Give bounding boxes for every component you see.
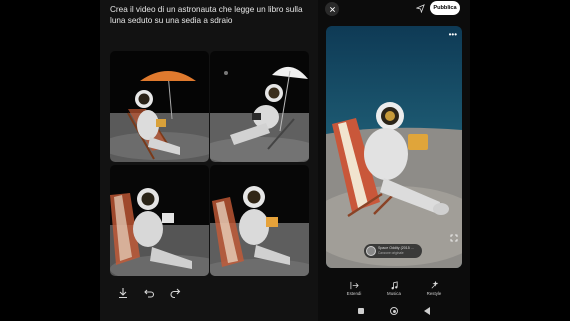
music-cover-avatar	[366, 246, 376, 256]
prompt-bubble: Crea il video di un astronauta che legge…	[110, 4, 308, 38]
tool-extend-label: Estendi	[346, 291, 362, 296]
close-icon	[329, 6, 335, 12]
more-options-icon[interactable]: •••	[449, 30, 457, 39]
music-note-icon	[391, 281, 398, 290]
tool-music[interactable]: Musica	[379, 281, 409, 296]
close-button[interactable]	[325, 2, 339, 16]
edit-tools: Estendi Musica Restyle	[318, 281, 470, 296]
home-button[interactable]	[390, 307, 398, 315]
generated-image-3[interactable]	[110, 165, 209, 276]
result-actions	[116, 286, 182, 300]
recents-button[interactable]	[358, 308, 364, 314]
share-arrow-icon[interactable]	[168, 286, 182, 300]
generated-image-1[interactable]	[110, 51, 209, 162]
send-icon	[416, 4, 425, 13]
tool-restyle[interactable]: Restyle	[419, 281, 449, 296]
tool-extend[interactable]: Estendi	[339, 281, 369, 296]
generation-panel: Crea il video di un astronauta che legge…	[100, 0, 318, 321]
video-preview-panel: Pubblica ••• Space Oddity (2015 ... Canz…	[318, 0, 470, 321]
generated-image-4[interactable]	[210, 165, 309, 276]
system-nav-bar	[318, 307, 470, 315]
prompt-text: Crea il video di un astronauta che legge…	[110, 5, 303, 25]
music-subtitle: Canzone originale	[378, 251, 404, 255]
tool-music-label: Musica	[387, 291, 401, 296]
extend-icon	[349, 281, 359, 290]
back-button[interactable]	[424, 307, 430, 315]
download-icon[interactable]	[116, 286, 130, 300]
publish-button[interactable]: Pubblica	[430, 1, 460, 15]
restyle-icon	[431, 281, 438, 289]
music-info: Space Oddity (2015 ... Canzone originale	[378, 246, 414, 255]
music-chip[interactable]: Space Oddity (2015 ... Canzone originale	[364, 244, 422, 258]
video-preview[interactable]: ••• Space Oddity (2015 ... Canzone origi…	[326, 26, 462, 268]
tool-restyle-label: Restyle	[426, 291, 442, 296]
undo-icon[interactable]	[142, 286, 156, 300]
expand-icon[interactable]	[450, 234, 458, 242]
send-button[interactable]	[414, 2, 427, 15]
generated-image-2[interactable]	[210, 51, 309, 162]
